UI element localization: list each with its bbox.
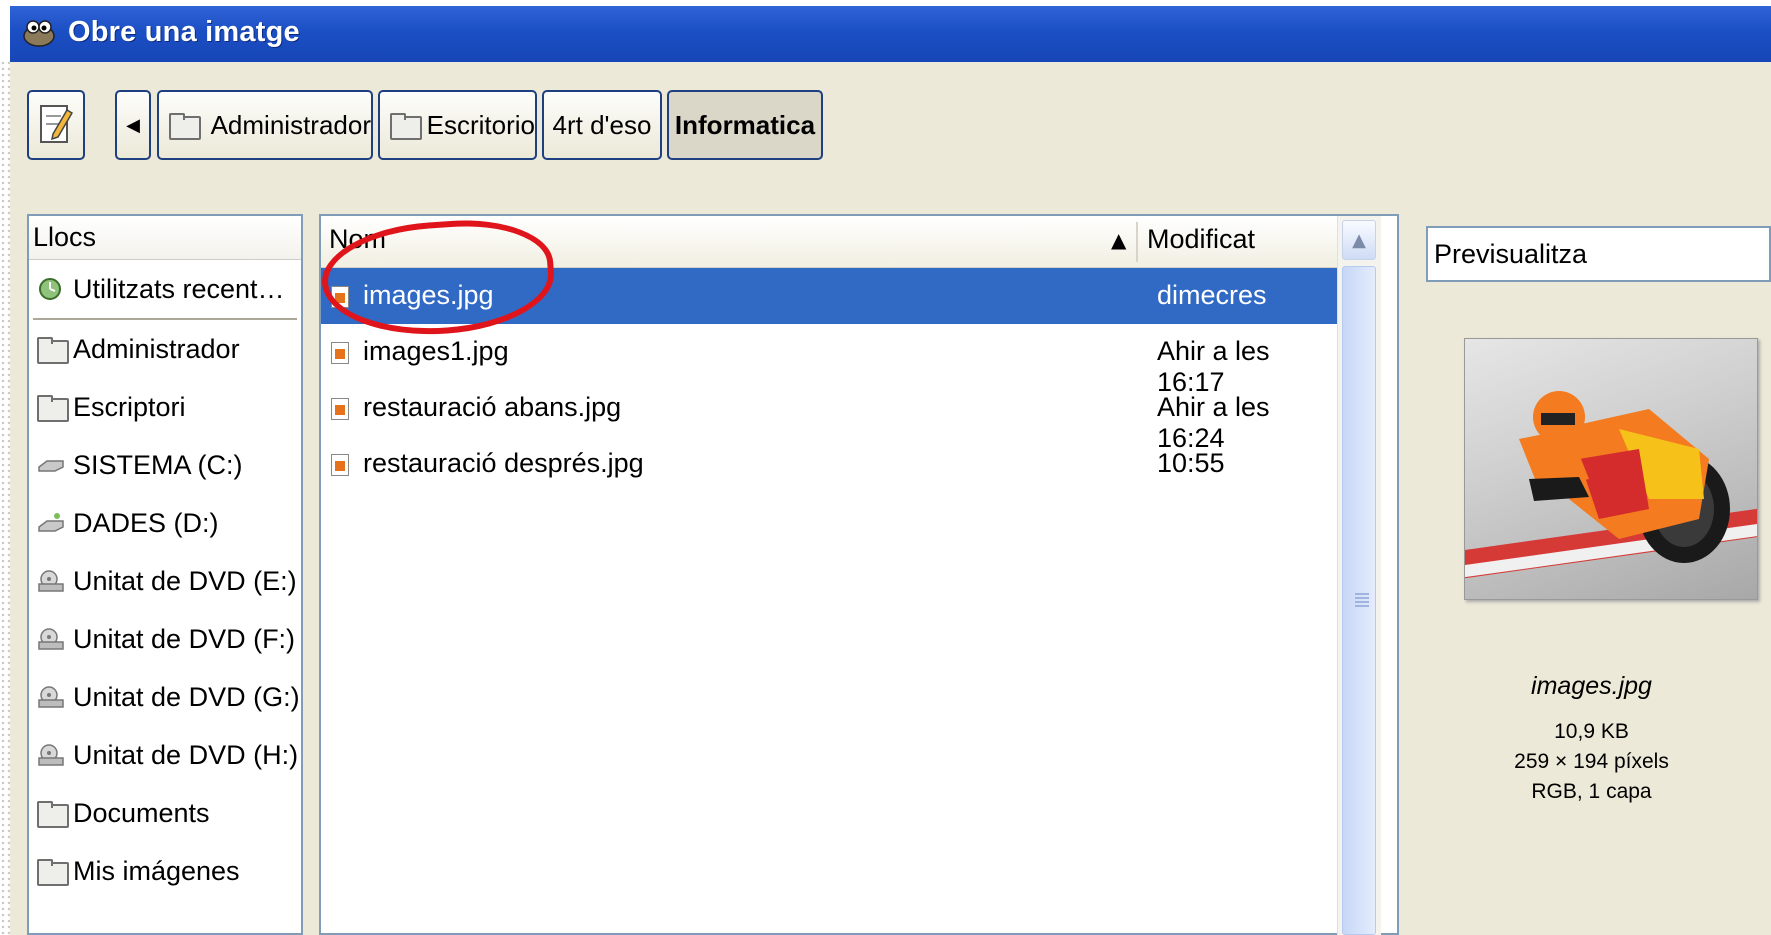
sort-ascending-icon: ▲ — [1111, 228, 1127, 252]
folder-icon — [37, 801, 69, 828]
file-row[interactable]: images1.jpg Ahir a les 16:17 — [321, 324, 1337, 397]
scroll-up-icon[interactable]: ▲ — [1342, 220, 1376, 260]
place-dvd-f[interactable]: Unitat de DVD (F:) — [29, 610, 301, 668]
place-documents[interactable]: Documents — [29, 784, 301, 842]
breadcrumb-administrador[interactable]: Administrador — [157, 90, 373, 160]
edit-pencil-icon — [40, 105, 73, 143]
recent-clock-icon — [39, 278, 61, 300]
places-header[interactable]: Llocs — [29, 216, 301, 260]
file-name: restauració abans.jpg — [363, 392, 622, 422]
file-row[interactable]: restauració després.jpg 10:55 — [321, 436, 1337, 492]
folder-icon — [37, 337, 69, 364]
place-dvd-g[interactable]: Unitat de DVD (G:) — [29, 668, 301, 726]
folder-icon — [37, 395, 69, 422]
dvd-drive-icon — [38, 686, 64, 708]
chevron-left-icon: ◀ — [126, 114, 140, 135]
preview-dimensions: 259 × 194 píxels — [1514, 750, 1669, 773]
image-file-icon — [331, 454, 349, 476]
folder-icon — [169, 113, 201, 140]
image-file-icon — [331, 398, 349, 420]
breadcrumb-back-button[interactable]: ◀ — [115, 90, 151, 160]
breadcrumb-label: Informatica — [674, 109, 816, 140]
places-panel: Llocs Utilitzats recent… Administrador E… — [27, 214, 303, 935]
dvd-drive-icon — [38, 744, 64, 766]
preview-color-mode: RGB, 1 capa — [1531, 780, 1652, 803]
motorcycle-rider-image — [1519, 391, 1730, 563]
place-sistema-c[interactable]: SISTEMA (C:) — [29, 436, 301, 494]
file-row[interactable]: restauració abans.jpg Ahir a les 16:24 — [321, 380, 1337, 453]
type-location-button[interactable] — [27, 90, 85, 160]
place-dvd-h[interactable]: Unitat de DVD (H:) — [29, 726, 301, 784]
file-list-scrollbar[interactable]: ▲ — [1337, 216, 1381, 935]
file-modified: 10:55 — [1157, 448, 1225, 478]
breadcrumb-4rt-deso[interactable]: 4rt d'eso — [542, 90, 662, 160]
breadcrumb-informatica[interactable]: Informatica — [667, 90, 823, 160]
column-divider[interactable] — [1136, 222, 1138, 262]
breadcrumb-label: Administrador — [210, 109, 371, 140]
column-header-modified[interactable]: Modificat — [1147, 224, 1255, 255]
gimp-logo-icon — [23, 20, 55, 47]
file-name: restauració després.jpg — [363, 448, 644, 478]
place-dvd-e[interactable]: Unitat de DVD (E:) — [29, 552, 301, 610]
scrollbar-grip — [1355, 593, 1369, 607]
scrollbar-thumb[interactable] — [1342, 266, 1376, 935]
preview-filename: images.jpg — [1531, 672, 1652, 700]
breadcrumb-escritorio[interactable]: Escritorio — [378, 90, 537, 160]
hard-drive-icon — [38, 460, 64, 472]
preview-toggle[interactable]: Previsualitza — [1426, 226, 1771, 282]
image-preview-thumbnail — [1464, 338, 1758, 600]
place-recent[interactable]: Utilitzats recent… — [29, 260, 301, 318]
place-escriptori[interactable]: Escriptori — [29, 378, 301, 436]
title-bar[interactable]: Obre una imatge — [10, 6, 1771, 62]
breadcrumb-label: 4rt d'eso — [552, 109, 652, 140]
place-dades-d[interactable]: DADES (D:) — [29, 494, 301, 552]
place-administrador[interactable]: Administrador — [29, 320, 301, 378]
dvd-drive-icon — [38, 570, 64, 592]
image-file-icon — [331, 342, 349, 364]
preview-file-size: 10,9 KB — [1554, 720, 1629, 743]
breadcrumb-label: Escritorio — [426, 109, 535, 140]
file-name: images1.jpg — [363, 336, 509, 366]
folder-icon — [390, 113, 422, 140]
place-mis-imagenes[interactable]: Mis imágenes — [29, 842, 301, 900]
file-modified: dimecres — [1157, 280, 1267, 310]
folder-icon — [37, 859, 69, 886]
window-title: Obre una imatge — [68, 16, 300, 48]
network-drive-icon — [38, 513, 64, 532]
dvd-drive-icon — [38, 628, 64, 650]
